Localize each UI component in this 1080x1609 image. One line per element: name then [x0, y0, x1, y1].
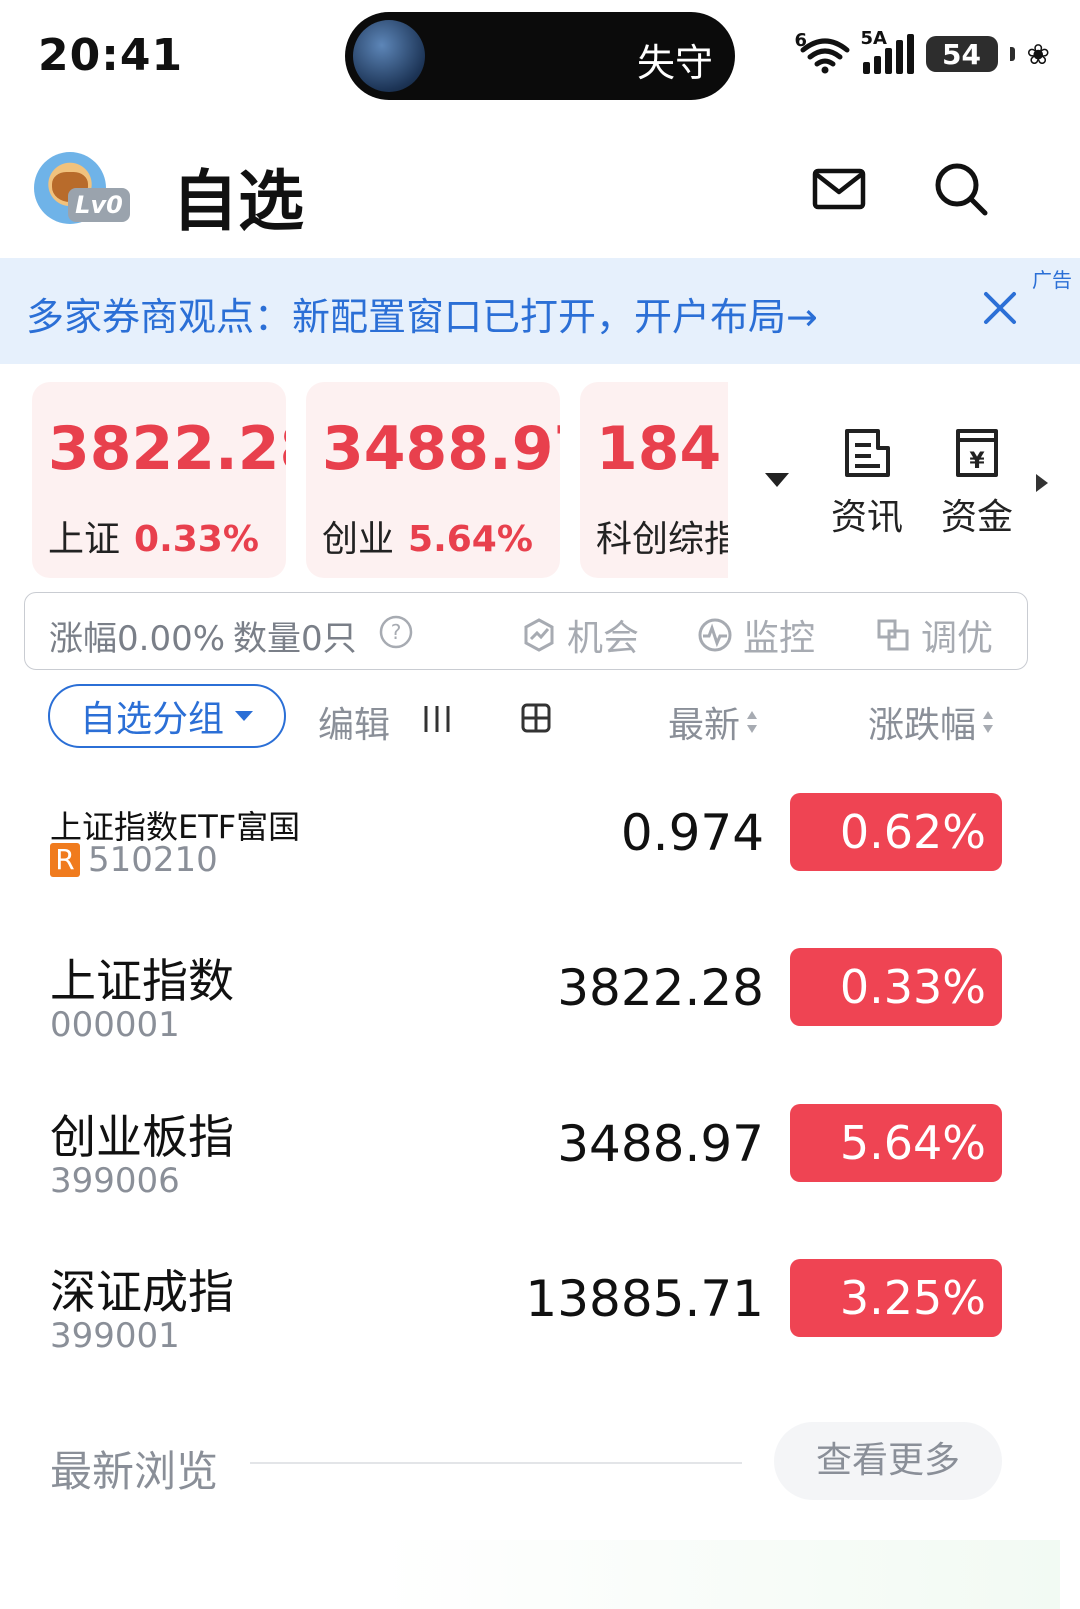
svg-text:¥: ¥	[969, 449, 985, 474]
opportunity-button[interactable]: 机会	[521, 609, 639, 661]
scroll-right-icon[interactable]	[1034, 472, 1050, 494]
summary-change: 涨幅0.00%	[49, 619, 226, 659]
table-row[interactable]: 创业板指 399006 3488.97 5.64%	[0, 1101, 1080, 1251]
list-header: 自选分组 编辑 最新 涨跌幅	[0, 684, 1080, 754]
index-name-label: 科创综指	[596, 519, 728, 560]
stock-name: 深证成指	[50, 1265, 234, 1319]
funds-button[interactable]: ¥ 资金	[932, 428, 1022, 540]
sort-icon	[747, 711, 758, 733]
stock-price: 13885.71	[525, 1270, 764, 1328]
divider	[250, 1462, 742, 1464]
stock-price: 0.974	[620, 804, 764, 862]
table-row[interactable]: 上证指数 000001 3822.28 0.33%	[0, 945, 1080, 1095]
stock-price: 3822.28	[557, 959, 764, 1017]
news-label: 资讯	[830, 497, 903, 538]
index-name-label: 创业	[322, 519, 395, 560]
funds-label: 资金	[940, 497, 1013, 538]
index-change: 0.33%	[134, 519, 259, 560]
opportunity-label: 机会	[567, 618, 640, 659]
stock-code: 399001	[50, 1316, 180, 1356]
cellular-signal-icon: 5A	[861, 28, 914, 74]
ad-tag: 广告	[1032, 268, 1072, 292]
stock-code: 000001	[50, 1005, 180, 1045]
battery-level: 54	[942, 37, 982, 71]
index-card-star-composite[interactable]: 1841 科创综指	[580, 382, 728, 578]
grid-icon[interactable]	[520, 702, 552, 734]
battery-tip	[1009, 47, 1015, 61]
power-saving-leaf-icon: ❀	[1026, 37, 1050, 71]
wifi-icon: 6	[795, 30, 851, 74]
index-value: 3822.28	[48, 414, 286, 484]
r-badge: R	[50, 843, 80, 877]
dynamic-island[interactable]: 失守	[345, 12, 735, 100]
group-label: 自选分组	[79, 699, 224, 740]
index-name: 上证 0.33%	[48, 510, 259, 562]
signal-label: 5A	[860, 28, 887, 49]
status-icons: 6 5A 54 ❀	[795, 28, 1050, 74]
page-title: 自选	[172, 163, 304, 240]
news-doc-icon	[845, 429, 890, 477]
app-header: Lv0 自选	[0, 140, 1080, 250]
index-card-chinext[interactable]: 3488.97 创业 5.64%	[306, 382, 560, 578]
sort-change-label: 涨跌幅	[868, 705, 977, 746]
status-time: 20:41	[38, 30, 184, 81]
news-button[interactable]: 资讯	[822, 428, 912, 540]
chevron-down-icon	[235, 711, 253, 721]
index-dropdown-icon[interactable]	[764, 472, 790, 488]
status-bar: 20:41 失守 6 5A 54 ❀	[0, 0, 1080, 110]
stock-code: 399006	[50, 1161, 180, 1201]
pulse-icon	[698, 618, 732, 652]
monitor-button[interactable]: 监控	[697, 609, 815, 661]
watchlist-group-button[interactable]: 自选分组	[48, 684, 286, 748]
stock-code: 510210	[88, 840, 218, 880]
stock-name: 创业板指	[50, 1110, 234, 1164]
sort-latest-button[interactable]: 最新	[668, 696, 758, 748]
index-card-row: 3822.28 上证 0.33% 3488.97 创业 5.64% 1841 科创综…	[0, 382, 1080, 582]
close-icon[interactable]	[980, 288, 1020, 328]
table-row[interactable]: 上证指数ETF富国 R 510210 0.974 0.62%	[0, 790, 1080, 940]
battery-icon: 54	[925, 36, 998, 72]
wifi-label: 6	[794, 30, 808, 51]
sort-latest-label: 最新	[668, 705, 741, 746]
watchlist-summary-bar: 涨幅0.00% 数量0只 ? 机会 监控 调优	[24, 592, 1028, 670]
index-value: 1841	[596, 414, 728, 484]
table-row[interactable]: 深证成指 399001 13885.71 3.25%	[0, 1256, 1080, 1406]
recent-browse-title: 最新浏览	[50, 1447, 219, 1496]
stock-price: 3488.97	[557, 1115, 764, 1173]
columns-icon[interactable]	[420, 702, 454, 736]
opportunity-icon	[524, 618, 554, 652]
stock-change-badge[interactable]: 0.33%	[790, 948, 1002, 1026]
bottom-fade	[380, 1540, 1060, 1609]
search-icon[interactable]	[932, 160, 990, 218]
optimize-label: 调优	[921, 618, 994, 659]
index-name-label: 上证	[48, 519, 121, 560]
index-value: 3488.97	[322, 414, 560, 484]
edit-button[interactable]: 编辑	[318, 696, 390, 748]
sort-icon	[983, 711, 994, 733]
stock-code-line: R 510210	[50, 840, 218, 880]
stock-change-badge[interactable]: 3.25%	[790, 1259, 1002, 1337]
svg-text:?: ?	[391, 620, 402, 644]
stock-change-badge[interactable]: 5.64%	[790, 1104, 1002, 1182]
music-cover-thumbnail	[353, 20, 425, 92]
island-song-title: 失守	[636, 41, 713, 85]
index-change: 5.64%	[408, 519, 533, 560]
index-card-shanghai[interactable]: 3822.28 上证 0.33%	[32, 382, 286, 578]
help-icon[interactable]: ?	[379, 615, 413, 649]
ad-text[interactable]: 多家券商观点：新配置窗口已打开，开户布局→	[26, 286, 818, 341]
stock-name: 上证指数	[50, 954, 234, 1008]
index-name: 科创综指	[596, 510, 728, 562]
level-badge: Lv0	[68, 188, 130, 222]
summary-count: 数量0只	[233, 619, 357, 659]
index-name: 创业 5.64%	[322, 510, 533, 562]
optimize-button[interactable]: 调优	[875, 609, 993, 661]
optimize-icon	[877, 619, 909, 651]
mail-icon[interactable]	[812, 168, 866, 210]
sort-change-button[interactable]: 涨跌幅	[868, 696, 994, 748]
stock-change-badge[interactable]: 0.62%	[790, 793, 1002, 871]
monitor-label: 监控	[743, 618, 816, 659]
view-more-button[interactable]: 查看更多	[774, 1422, 1002, 1500]
ad-banner[interactable]: 多家券商观点：新配置窗口已打开，开户布局→ 广告	[0, 258, 1080, 364]
funds-yen-icon: ¥	[956, 429, 998, 477]
